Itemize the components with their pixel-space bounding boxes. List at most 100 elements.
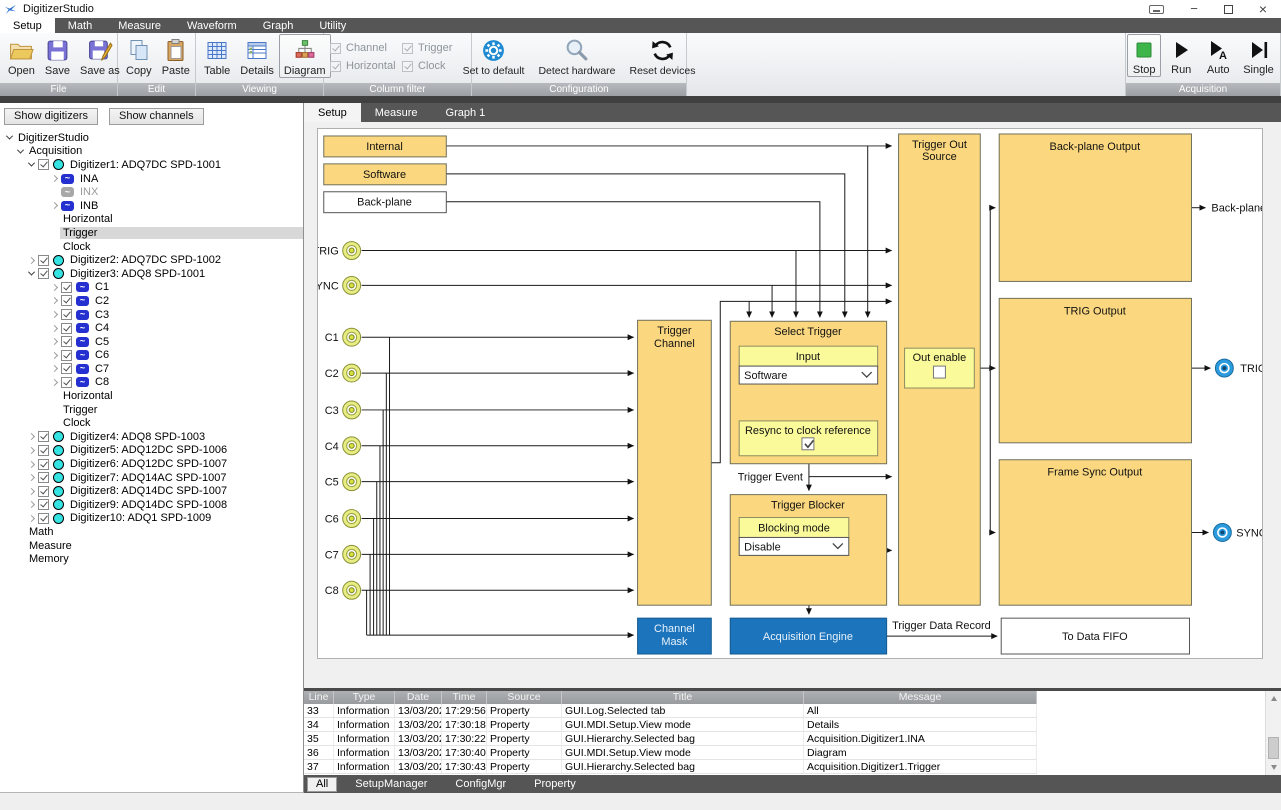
tree-checkbox[interactable] [38, 472, 49, 483]
tree-row-3[interactable]: INA [0, 172, 303, 186]
tree-row-4[interactable]: INX [0, 185, 303, 199]
save-button[interactable]: Save [40, 34, 75, 78]
log-col-type[interactable]: Type [334, 691, 395, 704]
tree-checkbox[interactable] [61, 323, 72, 334]
blocking-mode-dropdown[interactable]: Disable [739, 537, 849, 555]
details-view-button[interactable]: Details [235, 34, 279, 78]
tree-checkbox[interactable] [38, 486, 49, 497]
log-row-0[interactable]: 33 Information 13/03/2020 17:29:56 Prope… [304, 704, 1037, 718]
paste-button[interactable]: Paste [157, 34, 195, 78]
tree-expander-icon[interactable] [49, 312, 60, 317]
tree-expander-icon[interactable] [49, 176, 60, 181]
tree-checkbox[interactable] [61, 377, 72, 388]
tree-expander-icon[interactable] [49, 339, 60, 344]
log-col-source[interactable]: Source [487, 691, 562, 704]
log-row-2[interactable]: 35 Information 13/03/2020 17:30:22 Prope… [304, 732, 1037, 746]
trigger-input-dropdown[interactable]: Software [739, 366, 877, 384]
tree-item-label[interactable]: C1 [92, 281, 112, 293]
tree-row-31[interactable]: Memory [0, 552, 303, 566]
tree-row-7[interactable]: Trigger [0, 226, 303, 240]
touch-keyboard-icon[interactable] [1149, 5, 1164, 14]
tree-checkbox[interactable] [61, 309, 72, 320]
tree-expander-icon[interactable] [26, 448, 37, 453]
log-tab-property[interactable]: Property [524, 778, 586, 790]
tree-checkbox[interactable] [38, 255, 49, 266]
tree-checkbox[interactable] [38, 159, 49, 170]
copy-button[interactable]: Copy [121, 34, 157, 78]
log-col-title[interactable]: Title [562, 691, 804, 704]
tree-item-label[interactable]: Measure [26, 540, 75, 552]
menu-tab-math[interactable]: Math [55, 18, 105, 33]
tree-item-label[interactable]: Horizontal [60, 390, 116, 402]
tree-expander-icon[interactable] [26, 489, 37, 494]
show-digitizers-button[interactable]: Show digitizers [4, 108, 98, 125]
tree-item-label[interactable]: C8 [92, 376, 112, 388]
tree-item-label[interactable]: Digitizer10: ADQ1 SPD-1009 [67, 512, 214, 524]
tree-item-label[interactable]: Trigger [60, 227, 303, 239]
tree-item-label[interactable]: Digitizer6: ADQ12DC SPD-1007 [67, 458, 230, 470]
filter-clock-checkbox[interactable]: Clock [402, 57, 462, 75]
tree-row-1[interactable]: Acquisition [0, 145, 303, 159]
tree-row-2[interactable]: Digitizer1: ADQ7DC SPD-1001 [0, 158, 303, 172]
tree-expander-icon[interactable] [26, 516, 37, 521]
mdi-tab-graph1[interactable]: Graph 1 [432, 103, 500, 122]
tree-checkbox[interactable] [38, 499, 49, 510]
menu-tab-measure[interactable]: Measure [105, 18, 174, 33]
tree-item-label[interactable]: C4 [92, 322, 112, 334]
tree-item-label[interactable]: Digitizer3: ADQ8 SPD-1001 [67, 268, 208, 280]
tree-item-label[interactable]: Digitizer8: ADQ14DC SPD-1007 [67, 485, 230, 497]
tree-row-15[interactable]: C5 [0, 335, 303, 349]
tree-expander-icon[interactable] [49, 326, 60, 331]
single-button[interactable]: Single [1238, 34, 1279, 77]
tree-row-19[interactable]: Horizontal [0, 389, 303, 403]
tree-item-label[interactable]: Memory [26, 553, 72, 565]
log-tab-all[interactable]: All [307, 777, 337, 792]
log-col-line[interactable]: Line [304, 691, 334, 704]
detect-hardware-button[interactable]: Detect hardware [533, 34, 620, 78]
scroll-down-icon[interactable] [1268, 762, 1279, 773]
tree-row-18[interactable]: C8 [0, 376, 303, 390]
tree-expander-icon[interactable] [49, 380, 60, 385]
tree-expander-icon[interactable] [4, 135, 15, 140]
scroll-thumb[interactable] [1268, 737, 1279, 759]
log-col-message[interactable]: Message [804, 691, 1037, 704]
tree-expander-icon[interactable] [49, 298, 60, 303]
log-tab-configmgr[interactable]: ConfigMgr [445, 778, 516, 790]
tree-checkbox[interactable] [61, 295, 72, 306]
tree-expander-icon[interactable] [49, 366, 60, 371]
tree-row-22[interactable]: Digitizer4: ADQ8 SPD-1003 [0, 430, 303, 444]
scroll-up-icon[interactable] [1268, 693, 1279, 704]
tree-checkbox[interactable] [61, 336, 72, 347]
tree-item-label[interactable]: Digitizer4: ADQ8 SPD-1003 [67, 431, 208, 443]
tree-checkbox[interactable] [61, 282, 72, 293]
show-channels-button[interactable]: Show channels [109, 108, 204, 125]
tree-row-12[interactable]: C2 [0, 294, 303, 308]
log-row-3[interactable]: 36 Information 13/03/2020 17:30:40 Prope… [304, 746, 1037, 760]
tree-expander-icon[interactable] [26, 434, 37, 439]
run-button[interactable]: Run [1164, 34, 1198, 77]
trigger-source-software[interactable]: Software [324, 164, 447, 185]
tree-item-label[interactable]: Trigger [60, 404, 100, 416]
tree-item-label[interactable]: C6 [92, 349, 112, 361]
tree-item-label[interactable]: Digitizer1: ADQ7DC SPD-1001 [67, 159, 224, 171]
mdi-tab-setup[interactable]: Setup [304, 103, 361, 122]
tree-item-label[interactable]: Digitizer7: ADQ14AC SPD-1007 [67, 472, 230, 484]
tree-item-label[interactable]: INX [77, 186, 101, 198]
tree-item-label[interactable]: C2 [92, 295, 112, 307]
tree-row-25[interactable]: Digitizer7: ADQ14AC SPD-1007 [0, 471, 303, 485]
tree-row-14[interactable]: C4 [0, 321, 303, 335]
tree-row-21[interactable]: Clock [0, 416, 303, 430]
tree-checkbox[interactable] [38, 268, 49, 279]
tree-expander-icon[interactable] [26, 502, 37, 507]
tree-expander-icon[interactable] [26, 462, 37, 467]
restore-icon[interactable] [1224, 5, 1233, 14]
trigger-source-backplane[interactable]: Back-plane [324, 192, 447, 213]
menu-tab-graph[interactable]: Graph [250, 18, 307, 33]
open-button[interactable]: Open [3, 34, 40, 78]
tree-expander-icon[interactable] [49, 353, 60, 358]
mdi-tab-measure[interactable]: Measure [361, 103, 432, 122]
auto-button[interactable]: A Auto [1201, 34, 1235, 77]
menu-tab-utility[interactable]: Utility [306, 18, 359, 33]
tree-item-label[interactable]: Clock [60, 241, 94, 253]
tree-item-label[interactable]: Horizontal [60, 213, 116, 225]
